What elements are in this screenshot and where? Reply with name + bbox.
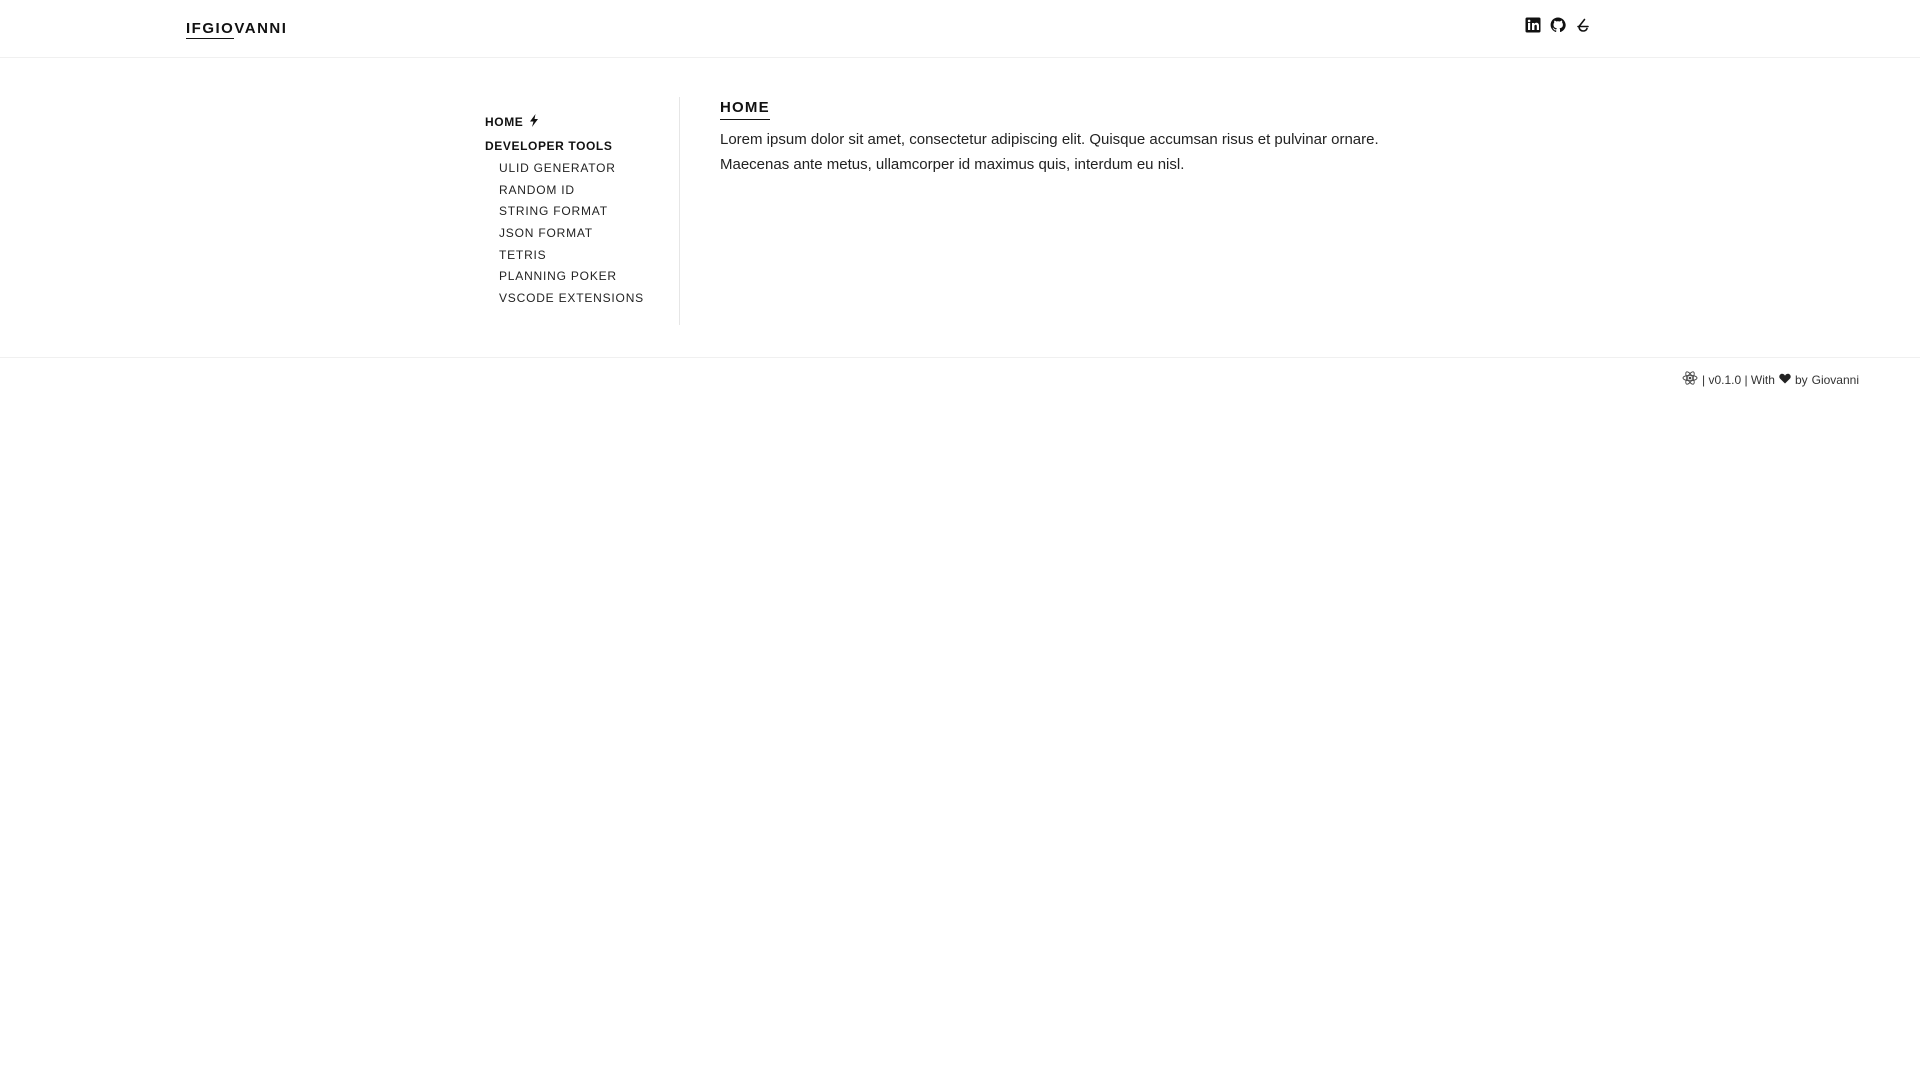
sidebar: HOME DEVELOPER TOOLS ULID GENERATOR RAND… <box>484 97 680 325</box>
top-header: IFGIOVANNI <box>0 0 1920 58</box>
main-layout: HOME DEVELOPER TOOLS ULID GENERATOR RAND… <box>0 57 1920 357</box>
sidebar-item-string-format[interactable]: STRING FORMAT <box>499 203 644 225</box>
page-title: HOME <box>720 99 770 120</box>
footer-by-text: by <box>1794 372 1808 387</box>
sidebar-home-label: HOME <box>485 115 524 129</box>
linkedin-icon[interactable] <box>1525 17 1541 33</box>
page-title-text: HOME <box>720 99 770 120</box>
page-body-text: Lorem ipsum dolor sit amet, consectetur … <box>720 131 1379 173</box>
footer-version-text: | v0.1.0 | With <box>1702 372 1775 387</box>
developer-tools-list: ULID GENERATOR RANDOM ID STRING FORMAT J… <box>499 160 644 312</box>
brand-logo[interactable]: IFGIOVANNI <box>186 20 288 39</box>
brand-prefix: IFGIO <box>186 20 235 39</box>
sidebar-item-json-format[interactable]: JSON FORMAT <box>499 225 644 247</box>
footer-credits: | v0.1.0 | With by Giovanni <box>1682 370 1859 389</box>
social-links <box>1525 17 1591 33</box>
footer: | v0.1.0 | With by Giovanni <box>0 357 1920 404</box>
brand-suffix: VANNI <box>234 20 288 37</box>
heart-icon <box>1779 373 1791 387</box>
sidebar-group-developer-tools[interactable]: DEVELOPER TOOLS <box>485 139 612 153</box>
sidebar-item-vscode-extensions[interactable]: VSCODE EXTENSIONS <box>499 290 644 312</box>
dev-icon[interactable] <box>1575 17 1591 33</box>
sidebar-item-random-id[interactable]: RANDOM ID <box>499 182 644 204</box>
github-icon[interactable] <box>1550 17 1566 33</box>
lightning-icon <box>528 114 540 130</box>
sidebar-item-home[interactable]: HOME <box>485 114 540 130</box>
react-icon <box>1682 370 1698 389</box>
main-content: HOME Lorem ipsum dolor sit amet, consect… <box>720 99 1400 177</box>
footer-author[interactable]: Giovanni <box>1812 373 1859 387</box>
sidebar-item-ulid-generator[interactable]: ULID GENERATOR <box>499 160 644 182</box>
sidebar-item-planning-poker[interactable]: PLANNING POKER <box>499 268 644 290</box>
sidebar-item-tetris[interactable]: TETRIS <box>499 247 644 269</box>
